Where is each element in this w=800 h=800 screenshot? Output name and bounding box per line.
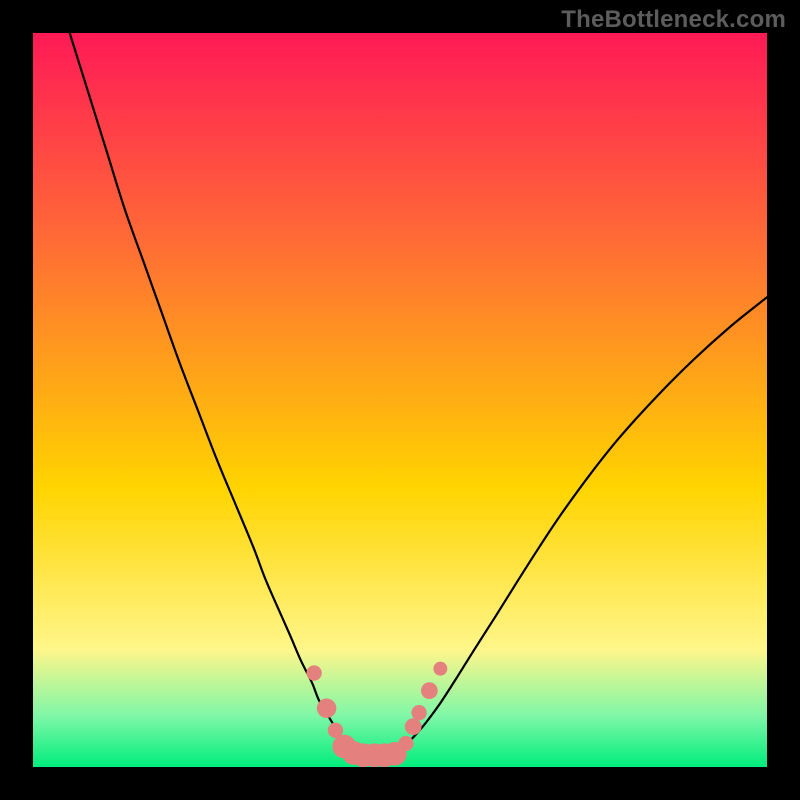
marker-dot — [421, 682, 438, 699]
marker-dot — [411, 705, 426, 720]
bottleneck-chart — [33, 33, 767, 767]
marker-dot — [306, 665, 321, 680]
watermark-text: TheBottleneck.com — [561, 6, 786, 34]
marker-dot — [405, 718, 422, 735]
marker-dot — [398, 736, 413, 751]
marker-dot — [317, 699, 337, 719]
plot-area — [33, 33, 767, 767]
marker-dot — [433, 662, 447, 676]
gradient-background — [33, 33, 767, 767]
chart-frame: TheBottleneck.com — [0, 0, 800, 800]
